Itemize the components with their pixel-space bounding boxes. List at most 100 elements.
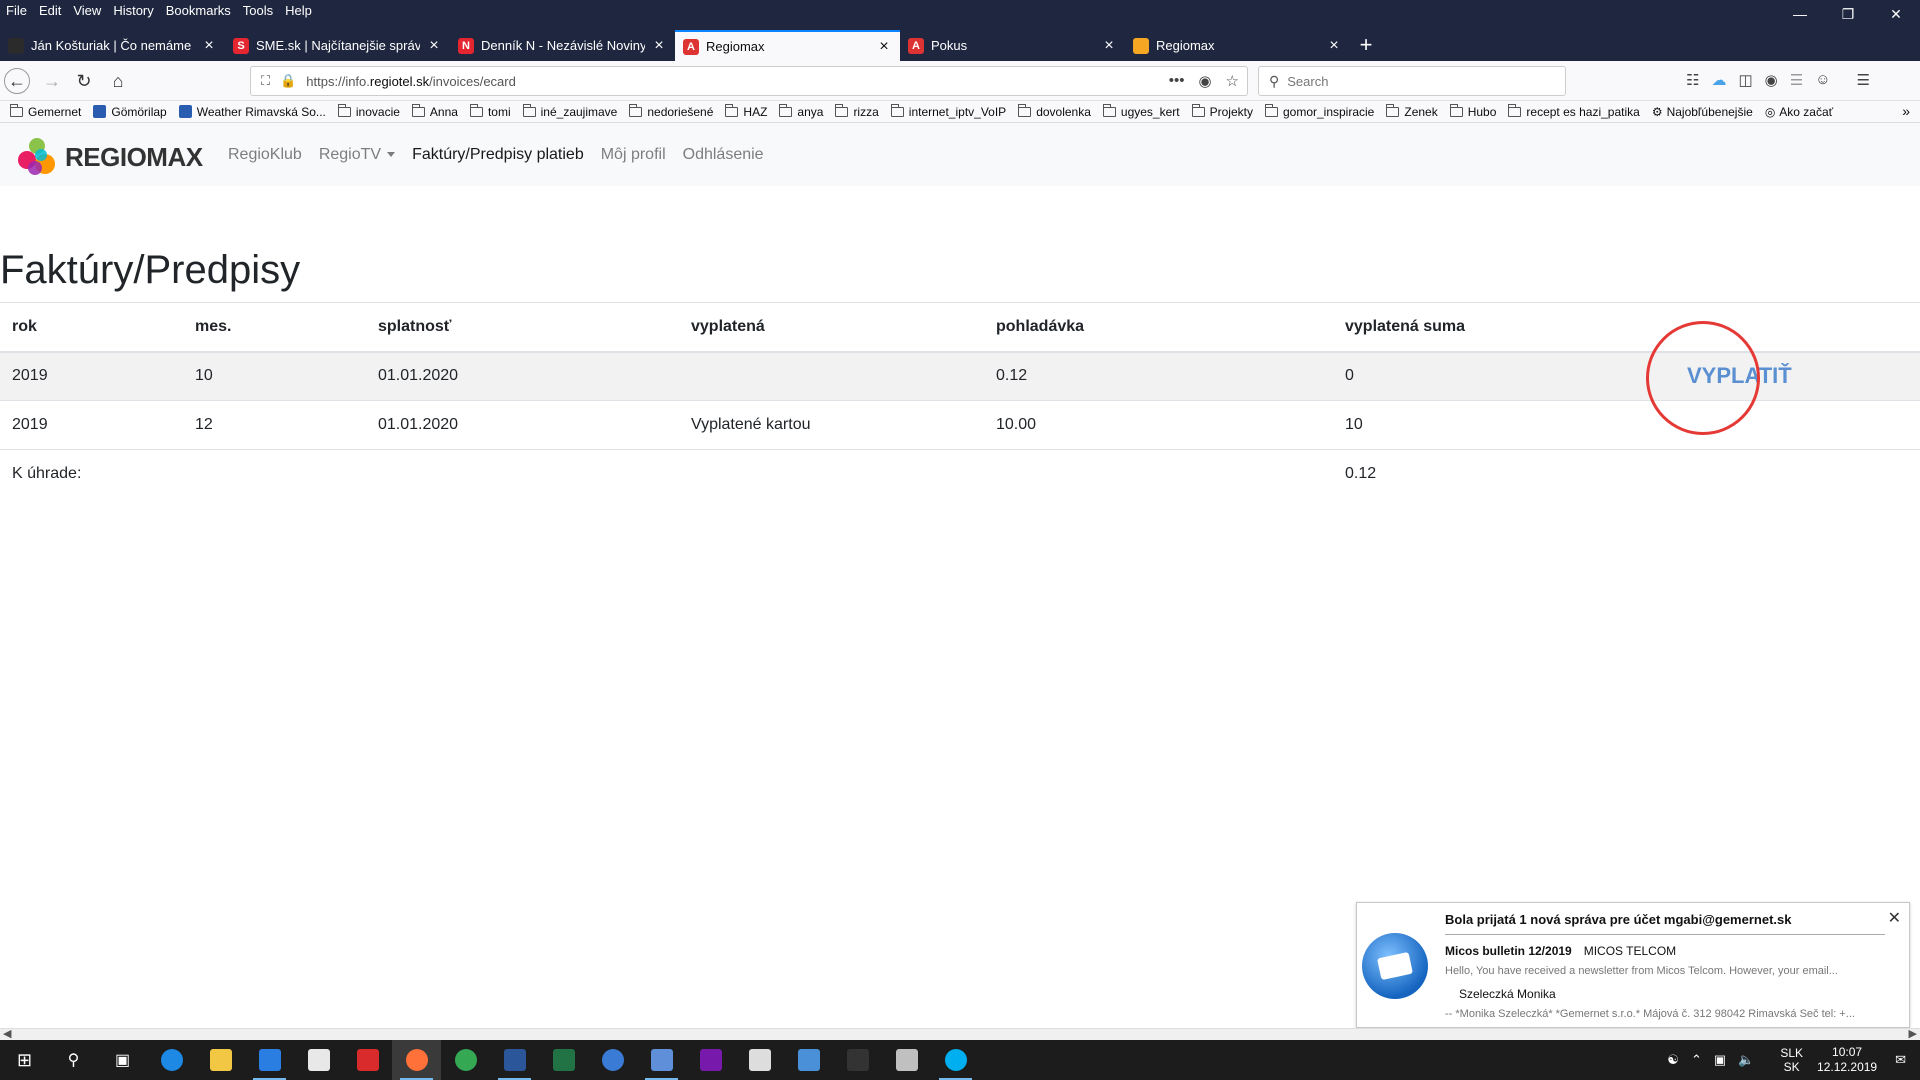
close-window-icon[interactable]: ✕ [1872, 0, 1920, 28]
close-tab-icon[interactable]: × [426, 37, 442, 55]
nav-link-0[interactable]: RegioKlub [228, 146, 302, 164]
library-icon[interactable]: ☷ [1686, 71, 1699, 89]
bookmark-item[interactable]: anya [779, 103, 823, 119]
new-tab-icon[interactable]: + [1350, 30, 1382, 61]
clock[interactable]: 10:07 12.12.2019 [1817, 1045, 1877, 1075]
close-icon[interactable]: ✕ [1888, 908, 1901, 928]
close-tab-icon[interactable]: × [876, 38, 892, 56]
taskbar-acrobat-icon[interactable] [343, 1040, 392, 1080]
forward-arrow-icon[interactable]: → [40, 69, 64, 93]
tab-3[interactable]: A Regiomax × [675, 30, 900, 61]
bookmark-item[interactable]: HAZ [725, 103, 767, 119]
bookmark-item[interactable]: dovolenka [1018, 103, 1091, 119]
back-arrow-icon[interactable]: ← [4, 68, 30, 94]
bookmark-item[interactable]: nedoriešené [629, 103, 713, 119]
close-tab-icon[interactable]: × [201, 37, 217, 55]
bookmark-item[interactable]: internet_iptv_VoIP [890, 103, 1006, 119]
extension-icon[interactable]: ◉ [1765, 71, 1778, 89]
shield-icon[interactable]: ⛶ [261, 73, 270, 89]
minimize-icon[interactable]: — [1776, 0, 1824, 28]
regiomax-logo[interactable]: REGIOMAX [15, 136, 203, 178]
taskbar-remote-desktop-icon[interactable] [784, 1040, 833, 1080]
horizontal-scrollbar[interactable]: ◀ ▶ [0, 1028, 1920, 1040]
close-tab-icon[interactable]: × [1326, 37, 1342, 55]
taskbar-edge-icon[interactable] [147, 1040, 196, 1080]
taskbar-paint-icon[interactable] [882, 1040, 931, 1080]
chevron-up-icon[interactable]: ⌃ [1691, 1052, 1702, 1068]
taskbar-task-view-icon[interactable]: ▣ [98, 1040, 147, 1080]
taskbar-word-icon[interactable] [490, 1040, 539, 1080]
menu-item-edit[interactable]: Edit [39, 3, 61, 18]
tab-4[interactable]: A Pokus × [900, 30, 1125, 61]
menu-item-view[interactable]: View [73, 3, 101, 18]
taskbar-excel-icon[interactable] [539, 1040, 588, 1080]
bookmark-item[interactable]: ugyes_kert [1102, 103, 1180, 119]
notifications-icon[interactable]: ✉ [1895, 1052, 1906, 1068]
bookmark-item[interactable]: recept es hazi_patika [1508, 103, 1640, 119]
taskbar-terminal-icon[interactable] [833, 1040, 882, 1080]
hamburger-menu-icon[interactable]: ☰ [1857, 71, 1870, 89]
scroll-right-icon[interactable]: ▶ [1909, 1027, 1917, 1040]
volume-icon[interactable]: 🔈 [1738, 1052, 1754, 1068]
menu-item-bookmarks[interactable]: Bookmarks [166, 3, 231, 18]
bookmark-item[interactable]: Weather Rimavská So... [178, 105, 326, 119]
tab-1[interactable]: S SME.sk | Najčítanejšie správy na × [225, 30, 450, 61]
bookmark-item[interactable]: Anna [411, 103, 458, 119]
bookmark-item[interactable]: Gemernet [10, 103, 81, 119]
taskbar-chrome-icon[interactable] [441, 1040, 490, 1080]
bookmark-item[interactable]: Zenek [1386, 103, 1438, 119]
bookmark-item[interactable]: inovacie [337, 103, 400, 119]
taskbar-start-icon[interactable]: ⊞ [0, 1040, 49, 1080]
bookmark-item[interactable]: ◎ Ako začať [1765, 105, 1833, 119]
bookmark-item[interactable]: Gömörilap [93, 105, 167, 119]
tab-2[interactable]: N Denník N - Nezávislé Noviny × [450, 30, 675, 61]
home-icon[interactable]: ⌂ [106, 69, 130, 93]
bookmark-item[interactable]: tomi [469, 103, 511, 119]
search-input[interactable]: ⚲ Search [1258, 66, 1566, 96]
taskbar-onenote-icon[interactable] [686, 1040, 735, 1080]
scroll-left-icon[interactable]: ◀ [3, 1027, 11, 1040]
pay-button[interactable]: VYPLATIŤ [1687, 363, 1792, 389]
close-tab-icon[interactable]: × [651, 37, 667, 55]
taskbar-firefox-icon[interactable] [392, 1040, 441, 1080]
people-icon[interactable]: ☯ [1667, 1052, 1679, 1068]
tab-0[interactable]: Ján Košturiak | Čo nemáme to nepo × [0, 30, 225, 61]
bookmark-item[interactable]: Hubo [1449, 103, 1496, 119]
tab-5[interactable]: Regiomax × [1125, 30, 1350, 61]
mail-notification[interactable]: Bola prijatá 1 nová správa pre účet mgab… [1356, 902, 1910, 1028]
nav-link-1[interactable]: RegioTV [319, 146, 396, 164]
sidebar-icon[interactable]: ◫ [1738, 71, 1752, 89]
feed-icon[interactable]: ☰ [1790, 71, 1803, 89]
taskbar-network-app-icon[interactable] [637, 1040, 686, 1080]
chevron-right-icon[interactable]: » [1902, 103, 1910, 119]
taskbar-store-icon[interactable] [294, 1040, 343, 1080]
bookmark-item[interactable]: gomor_inspiracie [1264, 103, 1374, 119]
taskbar-thunderbird-icon[interactable] [245, 1040, 294, 1080]
menu-item-history[interactable]: History [113, 3, 153, 18]
bookmark-item[interactable]: Projekty [1191, 103, 1253, 119]
nav-link-3[interactable]: Môj profil [601, 146, 666, 164]
language-indicator[interactable]: SLK SK [1780, 1046, 1803, 1074]
bookmark-item[interactable]: ⚙ Najobľúbenejšie [1652, 105, 1753, 119]
taskbar-skype-icon[interactable] [931, 1040, 980, 1080]
taskbar-file-explorer-icon[interactable] [196, 1040, 245, 1080]
page-actions-icon[interactable]: ••• [1169, 72, 1185, 90]
account-icon[interactable]: ☺ [1815, 71, 1830, 89]
menu-item-tools[interactable]: Tools [243, 3, 273, 18]
taskbar-app-blue-icon[interactable] [588, 1040, 637, 1080]
menu-item-help[interactable]: Help [285, 3, 312, 18]
cloud-icon[interactable]: ☁ [1711, 71, 1726, 89]
taskbar-search-icon[interactable]: ⚲ [49, 1040, 98, 1080]
bookmark-item[interactable]: rizza [835, 103, 879, 119]
nav-link-4[interactable]: Odhlásenie [683, 146, 764, 164]
menu-item-file[interactable]: File [6, 3, 27, 18]
taskbar-mail-icon[interactable] [735, 1040, 784, 1080]
bookmark-star-icon[interactable]: ☆ [1226, 72, 1239, 90]
url-bar[interactable]: ⛶ 🔒 https://info.regiotel.sk/invoices/ec… [250, 66, 1248, 96]
nav-link-2[interactable]: Faktúry/Predpisy platieb [412, 146, 584, 164]
bookmark-item[interactable]: iné_zaujimave [522, 103, 617, 119]
close-tab-icon[interactable]: × [1101, 37, 1117, 55]
pocket-icon[interactable]: ◉ [1198, 72, 1211, 90]
network-icon[interactable]: ▣ [1714, 1052, 1726, 1068]
reload-icon[interactable]: ↻ [72, 69, 96, 93]
